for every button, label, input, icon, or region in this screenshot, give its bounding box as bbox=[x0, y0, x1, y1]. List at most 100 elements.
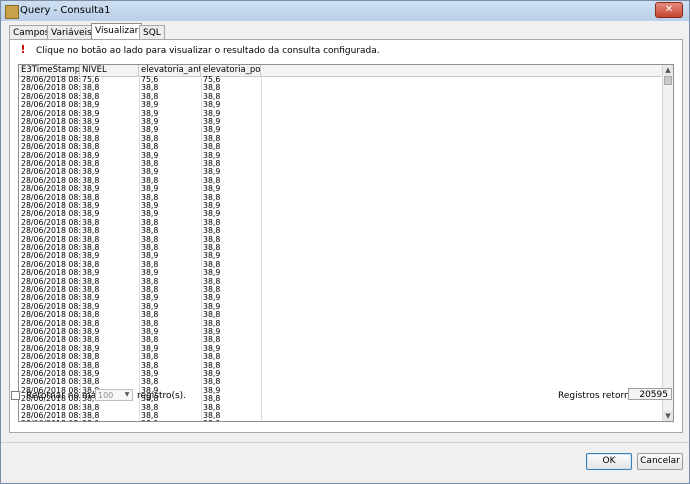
column-header-elevatoria-ante[interactable]: elevatoria_ante… bbox=[139, 65, 201, 76]
limit-select[interactable]: 100 ▼ bbox=[95, 389, 133, 401]
tab-variaveis[interactable]: Variáveis bbox=[47, 25, 96, 40]
table-row[interactable]: 28/06/2018 08:5…38,838,838,8 bbox=[19, 177, 279, 185]
table-cell: 38,9 bbox=[141, 328, 159, 336]
table-cell: 38,8 bbox=[203, 395, 221, 404]
table-row[interactable]: 28/06/2018 08:5…38,838,838,8 bbox=[19, 135, 279, 143]
scroll-down-icon[interactable]: ▼ bbox=[663, 411, 673, 421]
table-row[interactable]: 28/06/2018 08:5…38,938,938,9 bbox=[19, 118, 279, 126]
table-row[interactable]: 28/06/2018 08:5…38,838,838,8 bbox=[19, 93, 279, 101]
table-cell: 38,9 bbox=[82, 118, 100, 126]
table-cell: 28/06/2018 08:5… bbox=[21, 126, 80, 135]
table-cell: 38,8 bbox=[141, 143, 159, 152]
table-row[interactable]: 28/06/2018 08:5…38,838,838,8 bbox=[19, 353, 279, 361]
table-cell: 28/06/2018 08:5… bbox=[21, 403, 80, 412]
table-cell: 38,8 bbox=[141, 361, 159, 370]
title-bar: Query - Consulta1 ✕ bbox=[1, 1, 689, 21]
table-cell: 38,8 bbox=[203, 84, 221, 93]
table-row[interactable]: 28/06/2018 08:5…38,838,838,8 bbox=[19, 412, 279, 420]
table-cell: 28/06/2018 08:5… bbox=[21, 319, 80, 328]
table-cell: 38,8 bbox=[203, 286, 221, 294]
table-row[interactable]: 28/06/2018 08:5…38,838,838,8 bbox=[19, 362, 279, 370]
table-cell: 28/06/2018 08:5… bbox=[21, 244, 80, 252]
table-row[interactable]: 28/06/2018 08:5…38,938,938,9 bbox=[19, 370, 279, 378]
vertical-scrollbar[interactable]: ▲ ▼ bbox=[662, 65, 673, 421]
table-row[interactable]: 28/06/2018 08:5…38,838,838,8 bbox=[19, 236, 279, 244]
table-row[interactable]: 28/06/2018 08:5…38,938,938,9 bbox=[19, 294, 279, 302]
ok-button[interactable]: OK bbox=[586, 453, 632, 470]
table-cell: 38,9 bbox=[141, 370, 159, 378]
table-row[interactable]: 28/06/2018 08:5…38,938,938,9 bbox=[19, 303, 279, 311]
table-row[interactable]: 28/06/2018 08:5…38,938,938,9 bbox=[19, 210, 279, 218]
scroll-thumb[interactable] bbox=[664, 76, 672, 85]
scroll-up-icon[interactable]: ▲ bbox=[663, 65, 673, 75]
column-header-e3timestamp[interactable]: E3TimeStamp bbox=[19, 65, 80, 76]
table-cell: 28/06/2018 08:5… bbox=[21, 269, 80, 278]
table-cell: 38,8 bbox=[82, 193, 100, 202]
results-grid[interactable]: E3TimeStamp NIVEL elevatoria_ante… eleva… bbox=[18, 64, 674, 422]
table-cell: 28/06/2018 08:5… bbox=[21, 361, 80, 370]
table-row[interactable]: 28/06/2018 08:5…38,838,838,8 bbox=[19, 378, 279, 386]
table-cell: 38,9 bbox=[141, 185, 159, 194]
exclamation-icon[interactable]: ! bbox=[18, 44, 28, 55]
table-row[interactable]: 28/06/2018 08:5…38,838,838,8 bbox=[19, 219, 279, 227]
table-cell: 38,9 bbox=[203, 101, 221, 110]
table-cell: 38,9 bbox=[82, 294, 100, 303]
table-cell: 28/06/2018 08:5… bbox=[21, 353, 80, 362]
table-cell: 38,9 bbox=[141, 109, 159, 118]
table-cell: 38,9 bbox=[82, 344, 100, 353]
column-header-nivel[interactable]: NIVEL bbox=[80, 65, 139, 76]
close-button[interactable]: ✕ bbox=[655, 2, 683, 18]
table-cell: 38,9 bbox=[141, 151, 159, 160]
table-row[interactable]: 28/06/2018 08:5…38,838,838,8 bbox=[19, 194, 279, 202]
table-cell: 38,8 bbox=[203, 134, 221, 143]
table-cell: 38,9 bbox=[203, 370, 221, 378]
table-row[interactable]: 28/06/2018 08:5…38,838,838,8 bbox=[19, 336, 279, 344]
table-row[interactable]: 28/06/2018 08:5…38,938,938,9 bbox=[19, 269, 279, 277]
table-row[interactable]: 28/06/2018 08:5…38,838,838,8 bbox=[19, 404, 279, 412]
table-row[interactable]: 28/06/2018 08:5…38,938,938,9 bbox=[19, 420, 279, 421]
table-cell: 28/06/2018 08:5… bbox=[21, 302, 80, 311]
table-row[interactable]: 28/06/2018 08:5…38,938,938,9 bbox=[19, 152, 279, 160]
table-row[interactable]: 28/06/2018 08:5…38,838,838,8 bbox=[19, 278, 279, 286]
table-row[interactable]: 28/06/2018 08:5…38,838,838,8 bbox=[19, 160, 279, 168]
column-header-elevatoria-post[interactable]: elevatoria_post… bbox=[201, 65, 261, 76]
table-row[interactable]: 28/06/2018 08:5…75,675,675,6 bbox=[19, 76, 279, 84]
cancel-button[interactable]: Cancelar bbox=[637, 453, 683, 470]
table-row[interactable]: 28/06/2018 08:5…38,838,838,8 bbox=[19, 143, 279, 151]
table-cell: 28/06/2018 08:5… bbox=[21, 336, 80, 345]
tab-visualizar[interactable]: Visualizar bbox=[91, 23, 143, 40]
table-row[interactable]: 28/06/2018 08:5…38,938,938,9 bbox=[19, 202, 279, 210]
table-row[interactable]: 28/06/2018 08:5…38,838,838,8 bbox=[19, 320, 279, 328]
table-row[interactable]: 28/06/2018 08:5…38,938,938,9 bbox=[19, 328, 279, 336]
table-row[interactable]: 28/06/2018 08:5…38,938,938,9 bbox=[19, 185, 279, 193]
returned-count: 20595 bbox=[628, 388, 672, 400]
table-row[interactable]: 28/06/2018 08:5…38,938,938,9 bbox=[19, 345, 279, 353]
table-row[interactable]: 28/06/2018 08:5…38,838,838,8 bbox=[19, 261, 279, 269]
table-cell: 38,9 bbox=[203, 386, 221, 395]
table-cell: 38,9 bbox=[82, 269, 100, 278]
table-cell: 28/06/2018 08:5… bbox=[21, 84, 80, 93]
table-cell: 38,9 bbox=[141, 118, 159, 126]
table-cell: 28/06/2018 08:5… bbox=[21, 143, 80, 152]
table-cell: 38,9 bbox=[82, 151, 100, 160]
table-row[interactable]: 28/06/2018 08:5…38,838,838,8 bbox=[19, 311, 279, 319]
table-cell: 28/06/2018 08:5… bbox=[21, 328, 80, 336]
table-cell: 75,6 bbox=[82, 76, 100, 84]
limit-value: 100 bbox=[98, 391, 114, 400]
table-cell: 38,8 bbox=[82, 134, 100, 143]
table-row[interactable]: 28/06/2018 08:5…38,938,938,9 bbox=[19, 126, 279, 134]
table-row[interactable]: 28/06/2018 08:5…38,838,838,8 bbox=[19, 84, 279, 92]
tab-sql[interactable]: SQL bbox=[139, 25, 165, 40]
table-cell: 38,8 bbox=[82, 160, 100, 168]
table-row[interactable]: 28/06/2018 08:5…38,938,938,9 bbox=[19, 101, 279, 109]
table-cell: 38,8 bbox=[203, 260, 221, 269]
table-row[interactable]: 28/06/2018 08:5…38,838,838,8 bbox=[19, 286, 279, 294]
chevron-down-icon[interactable]: ▼ bbox=[123, 391, 131, 399]
table-row[interactable]: 28/06/2018 08:5…38,938,938,9 bbox=[19, 252, 279, 260]
table-cell: 38,8 bbox=[82, 378, 100, 387]
table-row[interactable]: 28/06/2018 08:5…38,838,838,8 bbox=[19, 244, 279, 252]
table-row[interactable]: 28/06/2018 08:5…38,838,838,8 bbox=[19, 227, 279, 235]
limit-checkbox[interactable] bbox=[11, 391, 20, 400]
table-row[interactable]: 28/06/2018 08:5…38,938,938,9 bbox=[19, 168, 279, 176]
table-row[interactable]: 28/06/2018 08:5…38,938,938,9 bbox=[19, 110, 279, 118]
